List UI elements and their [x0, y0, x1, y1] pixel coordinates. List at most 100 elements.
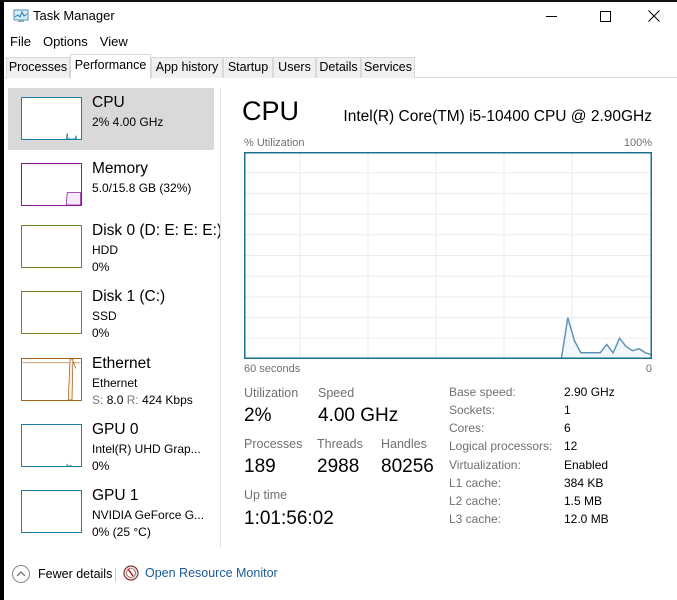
- graph-x-left-label: 60 seconds: [244, 363, 301, 375]
- sidebar-gpu-1-usage: 0% (25 °C): [92, 525, 151, 539]
- resource-monitor-icon: [123, 565, 139, 581]
- fewer-details-button[interactable]: Fewer details: [12, 565, 112, 583]
- sidebar-cpu-usage: 2% 4.00 GHz: [92, 115, 164, 129]
- sidebar-gpu-1-title: GPU 1: [92, 487, 139, 504]
- title-bar[interactable]: Task Manager: [4, 2, 677, 30]
- processes-value: 189: [244, 456, 276, 477]
- sidebar-item-disk-0[interactable]: Disk 0 (D: E: E: E:) HDD 0%: [8, 216, 222, 278]
- sidebar-disk-1-usage: 0%: [92, 326, 110, 340]
- l3-cache-value: 12.0 MB: [564, 512, 609, 526]
- virtualization-label: Virtualization:: [449, 458, 521, 472]
- page-title: CPU: [242, 96, 300, 126]
- sidebar-ethernet-title: Ethernet: [92, 355, 151, 372]
- l2-cache-value: 1.5 MB: [564, 494, 603, 508]
- tab-processes[interactable]: Processes: [6, 57, 70, 78]
- speed-value: 4.00 GHz: [318, 405, 399, 426]
- footer-separator: [115, 568, 116, 582]
- sidebar-gpu-0-title: GPU 0: [92, 421, 139, 438]
- window-title: Task Manager: [33, 8, 115, 23]
- l2-cache-label: L2 cache:: [449, 494, 502, 508]
- cpu-thumbnail-graph: [21, 97, 82, 140]
- ethernet-thumbnail-graph: [21, 358, 82, 401]
- logical-processors-label: Logical processors:: [449, 439, 553, 453]
- graph-y-label: % Utilization: [244, 137, 305, 149]
- cpu-detail-panel: CPU Intel(R) Core(TM) i5-10400 CPU @ 2.9…: [236, 88, 656, 548]
- sidebar-item-gpu-1[interactable]: GPU 1 NVIDIA GeForce G... 0% (25 °C): [8, 481, 214, 543]
- cores-value: 6: [564, 421, 571, 435]
- sidebar-disk-0-usage: 0%: [92, 260, 110, 274]
- sockets-value: 1: [564, 403, 571, 417]
- sidebar-gpu-0-usage: 0%: [92, 459, 110, 473]
- menu-bar: File Options View: [4, 32, 134, 52]
- tab-app-history[interactable]: App history: [151, 57, 223, 78]
- tab-performance[interactable]: Performance: [70, 54, 151, 79]
- sidebar-item-disk-1[interactable]: Disk 1 (C:) SSD 0%: [8, 282, 214, 344]
- base-speed-value: 2.90 GHz: [564, 385, 615, 399]
- sidebar-ethernet-adapter: Ethernet: [92, 376, 138, 390]
- sidebar-item-memory[interactable]: Memory 5.0/15.8 GB (32%): [8, 154, 214, 216]
- menu-file[interactable]: File: [4, 32, 37, 52]
- memory-thumbnail-graph: [21, 163, 82, 206]
- cores-label: Cores:: [449, 421, 485, 435]
- close-icon: [648, 10, 660, 22]
- sidebar-cpu-title: CPU: [92, 94, 125, 111]
- send-label: S:: [92, 393, 104, 407]
- minimize-icon: [545, 15, 557, 17]
- cpu-utilization-graph: [244, 152, 652, 359]
- send-value: 8.0: [106, 393, 124, 407]
- chevron-up-icon: [12, 565, 30, 583]
- graph-x-right-label: 0: [645, 363, 652, 375]
- maximize-button[interactable]: [582, 2, 628, 30]
- cpu-model-name: Intel(R) Core(TM) i5-10400 CPU @ 2.90GHz: [343, 108, 652, 125]
- tab-bar: Processes Performance App history Startu…: [4, 54, 677, 79]
- fewer-details-label: Fewer details: [38, 567, 113, 581]
- sidebar-memory-title: Memory: [92, 160, 148, 177]
- handles-label: Handles: [381, 437, 427, 451]
- sidebar-disk-0-type: HDD: [92, 243, 118, 257]
- sidebar-disk-1-title: Disk 1 (C:): [92, 288, 166, 305]
- tab-startup[interactable]: Startup: [223, 57, 273, 78]
- tab-users[interactable]: Users: [273, 57, 316, 78]
- base-speed-label: Base speed:: [449, 385, 516, 399]
- sidebar-item-ethernet[interactable]: Ethernet Ethernet S: 8.0 R: 424 Kbps: [8, 349, 214, 411]
- disk-0-thumbnail-graph: [21, 225, 82, 268]
- sidebar-gpu-1-model: NVIDIA GeForce G...: [92, 508, 205, 522]
- l1-cache-label: L1 cache:: [449, 476, 502, 490]
- minimize-button[interactable]: [528, 2, 574, 30]
- processes-label: Processes: [244, 437, 303, 451]
- l1-cache-value: 384 KB: [564, 476, 604, 490]
- open-resource-monitor-link[interactable]: Open Resource Monitor: [123, 565, 278, 581]
- threads-label: Threads: [317, 437, 363, 451]
- tab-details[interactable]: Details: [316, 57, 361, 78]
- receive-value: 424 Kbps: [142, 393, 193, 407]
- graph-y-max-label: 100%: [623, 137, 652, 149]
- gpu-0-thumbnail-graph: [21, 424, 82, 467]
- sidebar-ethernet-throughput: S: 8.0 R: 424 Kbps: [92, 393, 193, 407]
- menu-view[interactable]: View: [94, 32, 134, 52]
- open-resource-monitor-label: Open Resource Monitor: [145, 566, 278, 580]
- utilization-label: Utilization: [244, 386, 299, 400]
- sockets-label: Sockets:: [449, 403, 496, 417]
- sidebar-disk-1-type: SSD: [92, 309, 117, 323]
- threads-value: 2988: [317, 456, 360, 477]
- gpu-1-thumbnail-graph: [21, 490, 82, 533]
- speed-label: Speed: [318, 386, 355, 400]
- sidebar-memory-usage: 5.0/15.8 GB (32%): [92, 181, 192, 195]
- uptime-value: 1:01:56:02: [244, 508, 334, 529]
- sidebar-item-gpu-0[interactable]: GPU 0 Intel(R) UHD Grap... 0%: [8, 415, 214, 477]
- close-button[interactable]: [631, 2, 677, 30]
- maximize-icon: [599, 10, 611, 22]
- resource-sidebar: CPU 2% 4.00 GHz Memory 5.0/15.8 GB (32%)…: [4, 88, 222, 548]
- logical-processors-value: 12: [564, 439, 578, 453]
- menu-options[interactable]: Options: [37, 32, 94, 52]
- task-manager-icon: [13, 9, 29, 22]
- sidebar-divider: [220, 88, 221, 548]
- uptime-label: Up time: [244, 488, 288, 502]
- sidebar-disk-0-title: Disk 0 (D: E: E: E:): [92, 222, 223, 239]
- handles-value: 80256: [381, 456, 434, 477]
- receive-label: R:: [126, 393, 139, 407]
- sidebar-gpu-0-model: Intel(R) UHD Grap...: [92, 442, 201, 456]
- sidebar-item-cpu[interactable]: CPU 2% 4.00 GHz: [8, 88, 214, 150]
- disk-1-thumbnail-graph: [21, 291, 82, 334]
- tab-services[interactable]: Services: [361, 57, 415, 78]
